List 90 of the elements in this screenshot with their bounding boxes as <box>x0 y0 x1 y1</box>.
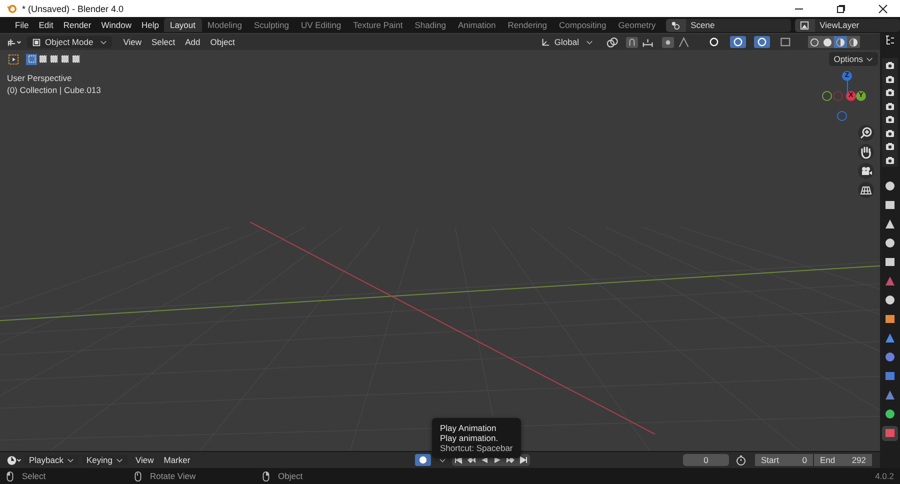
render-camera-icon[interactable] <box>885 154 895 164</box>
menu-item[interactable]: Select <box>146 37 180 47</box>
caret-icon <box>586 40 593 44</box>
caret-icon <box>866 56 873 62</box>
view-layer-selector[interactable]: ViewLayer <box>794 18 900 32</box>
pan-hand-icon[interactable] <box>858 144 874 160</box>
scene-icon <box>671 20 680 30</box>
render-camera-icon[interactable] <box>885 141 895 151</box>
menu-item[interactable]: Marker <box>158 455 196 465</box>
tool-settings-icon[interactable] <box>8 54 19 64</box>
perspective-label: User Perspective <box>7 72 72 84</box>
workspace-tab[interactable]: Rendering <box>502 18 554 32</box>
image-icon <box>800 20 810 30</box>
menu-item[interactable]: Help <box>136 20 164 30</box>
menu-item[interactable]: Playback <box>24 455 78 465</box>
axes-icon <box>541 38 550 46</box>
mode-dropdown[interactable]: Object Mode <box>27 36 112 48</box>
tooltip-shortcut: Shortcut: Spacebar <box>440 443 513 453</box>
menu-item[interactable]: File <box>10 20 34 30</box>
caret-icon <box>66 458 74 463</box>
selection-mode-button[interactable] <box>37 54 48 64</box>
cube-icon <box>32 38 41 46</box>
workspace-tab[interactable]: Shading <box>408 18 452 32</box>
status-hint: Select <box>22 471 47 481</box>
render-camera-icon[interactable] <box>885 100 895 110</box>
window-title: * (Unsaved) - Blender 4.0 <box>22 4 124 14</box>
app-logo-icon <box>6 3 17 14</box>
maximize-icon[interactable] <box>836 4 846 14</box>
snap-icon[interactable] <box>626 36 638 48</box>
caret-icon <box>100 40 108 44</box>
menu-item[interactable]: Render <box>58 20 96 30</box>
mouse-icon <box>6 470 14 482</box>
solid-shading-button[interactable] <box>821 36 834 48</box>
workspace-tab[interactable]: UV Editing <box>294 18 348 32</box>
scene-selector[interactable]: Scene <box>666 18 791 32</box>
menu-item[interactable]: View <box>118 37 146 47</box>
tooltip-title: Play Animation <box>440 423 498 433</box>
current-frame-field[interactable]: 0 <box>683 454 729 466</box>
render-camera-icon[interactable] <box>885 60 895 70</box>
auto-keying-icon[interactable] <box>415 454 432 466</box>
render-camera-icon[interactable] <box>885 128 895 138</box>
version-label: 4.0.2 <box>875 471 894 481</box>
overlay-icon[interactable] <box>754 36 770 48</box>
rendered-shading-button[interactable] <box>847 36 860 48</box>
workspace-tab[interactable]: Geometry <box>612 18 662 32</box>
menu-item[interactable]: Edit <box>34 20 58 30</box>
grid-icon[interactable] <box>858 182 874 198</box>
end-frame-field[interactable]: End 292 <box>814 454 872 466</box>
gizmo-icon[interactable] <box>730 36 746 48</box>
selection-mode-button[interactable] <box>59 54 70 64</box>
editor-type-icon[interactable] <box>6 36 22 48</box>
selection-mode-button[interactable] <box>70 54 81 64</box>
status-hint: Object <box>278 471 304 481</box>
options-dropdown[interactable]: Options <box>828 52 878 66</box>
collection-label: (0) Collection | Cube.013 <box>7 84 101 96</box>
status-hint: Rotate View <box>150 471 197 481</box>
outliner-filter-icon[interactable] <box>884 34 896 46</box>
negative-z-axis-handle[interactable] <box>837 111 847 121</box>
menu-item[interactable]: Object <box>205 37 240 47</box>
render-camera-icon[interactable] <box>885 114 895 124</box>
menu-item[interactable]: View <box>130 455 159 465</box>
orientation-dropdown[interactable]: Global <box>536 36 598 48</box>
mouse-icon <box>134 470 142 482</box>
menu-item[interactable]: Add <box>180 37 206 47</box>
render-camera-icon[interactable] <box>885 74 895 84</box>
menu-item[interactable]: Keying <box>82 455 128 465</box>
mouse-icon <box>262 470 270 482</box>
workspace-tab[interactable]: Compositing <box>553 18 612 32</box>
close-icon[interactable] <box>878 4 888 14</box>
tooltip-description: Play animation. <box>440 433 500 443</box>
workspace-tab[interactable]: Layout <box>164 18 202 32</box>
stopwatch-icon[interactable] <box>735 454 747 466</box>
proportional-edit-icon[interactable] <box>662 36 674 48</box>
timeline-editor-icon[interactable] <box>6 454 22 466</box>
wireframe-shading-button[interactable] <box>808 36 821 48</box>
workspace-tab[interactable]: Sculpting <box>248 18 295 32</box>
negative-y-axis-handle[interactable] <box>822 91 832 101</box>
zoom-icon[interactable] <box>858 125 874 141</box>
selection-mode-button[interactable] <box>26 54 37 64</box>
selection-mode-button[interactable] <box>48 54 59 64</box>
material-shading-button[interactable] <box>834 36 847 48</box>
menu-item[interactable]: Window <box>96 20 136 30</box>
caret-icon <box>116 458 122 463</box>
workspace-tab[interactable]: Modeling <box>202 18 248 32</box>
negative-x-axis-handle[interactable] <box>833 91 843 101</box>
start-frame-field[interactable]: Start 0 <box>755 454 813 466</box>
workspace-tab[interactable]: Texture Paint <box>347 18 409 32</box>
camera-icon[interactable] <box>858 163 874 179</box>
workspace-tab[interactable]: Animation <box>452 18 502 32</box>
render-camera-icon[interactable] <box>885 87 895 97</box>
